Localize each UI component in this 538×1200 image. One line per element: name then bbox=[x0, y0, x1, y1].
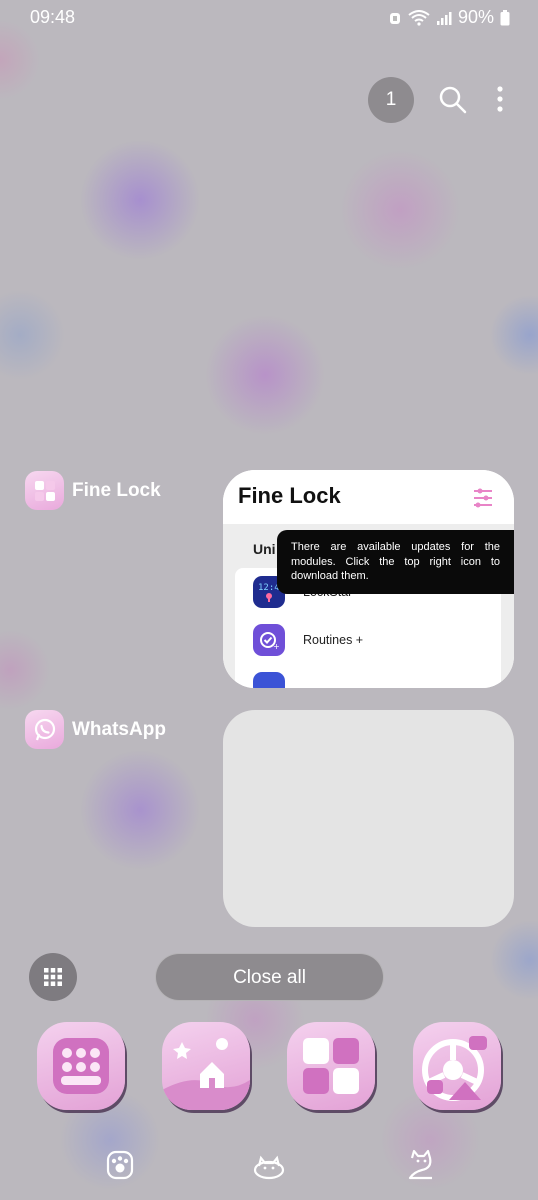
grid-icon bbox=[44, 968, 62, 986]
search-icon[interactable] bbox=[438, 85, 468, 115]
battery-icon bbox=[500, 9, 510, 25]
keyboard-app-icon[interactable] bbox=[37, 1022, 125, 1110]
more-options-icon[interactable] bbox=[490, 85, 510, 115]
finelock-app-icon[interactable] bbox=[287, 1022, 375, 1110]
finelock-header: Fine Lock bbox=[223, 470, 514, 524]
section-label: Uni bbox=[253, 541, 276, 557]
svg-text:+: + bbox=[273, 642, 280, 651]
list-item bbox=[253, 672, 285, 688]
alarm-icon bbox=[389, 12, 400, 24]
routines-icon: + bbox=[253, 624, 285, 656]
wifi-icon bbox=[408, 9, 430, 26]
navigation-bar bbox=[0, 1148, 538, 1188]
filter-icon bbox=[474, 488, 492, 508]
gallery-app-icon[interactable] bbox=[162, 1022, 250, 1110]
app-card-whatsapp[interactable] bbox=[223, 710, 514, 927]
item-label: Routines + bbox=[303, 633, 364, 647]
chrome-app-icon[interactable] bbox=[413, 1022, 501, 1110]
status-bar: 09:48 90% bbox=[0, 0, 538, 36]
app-name: Fine Lock bbox=[72, 479, 161, 501]
recents-top-bar: 1 bbox=[310, 75, 510, 125]
home-cat-icon[interactable] bbox=[252, 1148, 286, 1182]
recents-paw-icon[interactable] bbox=[104, 1148, 136, 1182]
status-time: 09:48 bbox=[30, 7, 76, 27]
app-label-finelock[interactable]: Fine Lock bbox=[25, 471, 161, 510]
battery-percent: 90% bbox=[457, 7, 494, 27]
back-cat-icon[interactable] bbox=[404, 1148, 436, 1182]
close-all-button[interactable]: Close all bbox=[155, 953, 384, 1001]
app-drawer-button[interactable] bbox=[29, 953, 77, 1001]
dock bbox=[0, 1022, 538, 1112]
app-name: WhatsApp bbox=[72, 718, 166, 740]
list-item: + Routines + bbox=[253, 624, 363, 656]
module-icon bbox=[253, 672, 285, 688]
finelock-title: Fine Lock bbox=[238, 483, 341, 508]
finelock-icon bbox=[25, 471, 64, 510]
update-tooltip: There are available updates for the modu… bbox=[277, 530, 514, 594]
status-icons: 90% bbox=[388, 7, 510, 28]
signal-icon bbox=[436, 11, 452, 25]
recents-count-badge[interactable]: 1 bbox=[368, 77, 414, 123]
whatsapp-icon bbox=[25, 710, 64, 749]
app-label-whatsapp[interactable]: WhatsApp bbox=[25, 710, 166, 749]
